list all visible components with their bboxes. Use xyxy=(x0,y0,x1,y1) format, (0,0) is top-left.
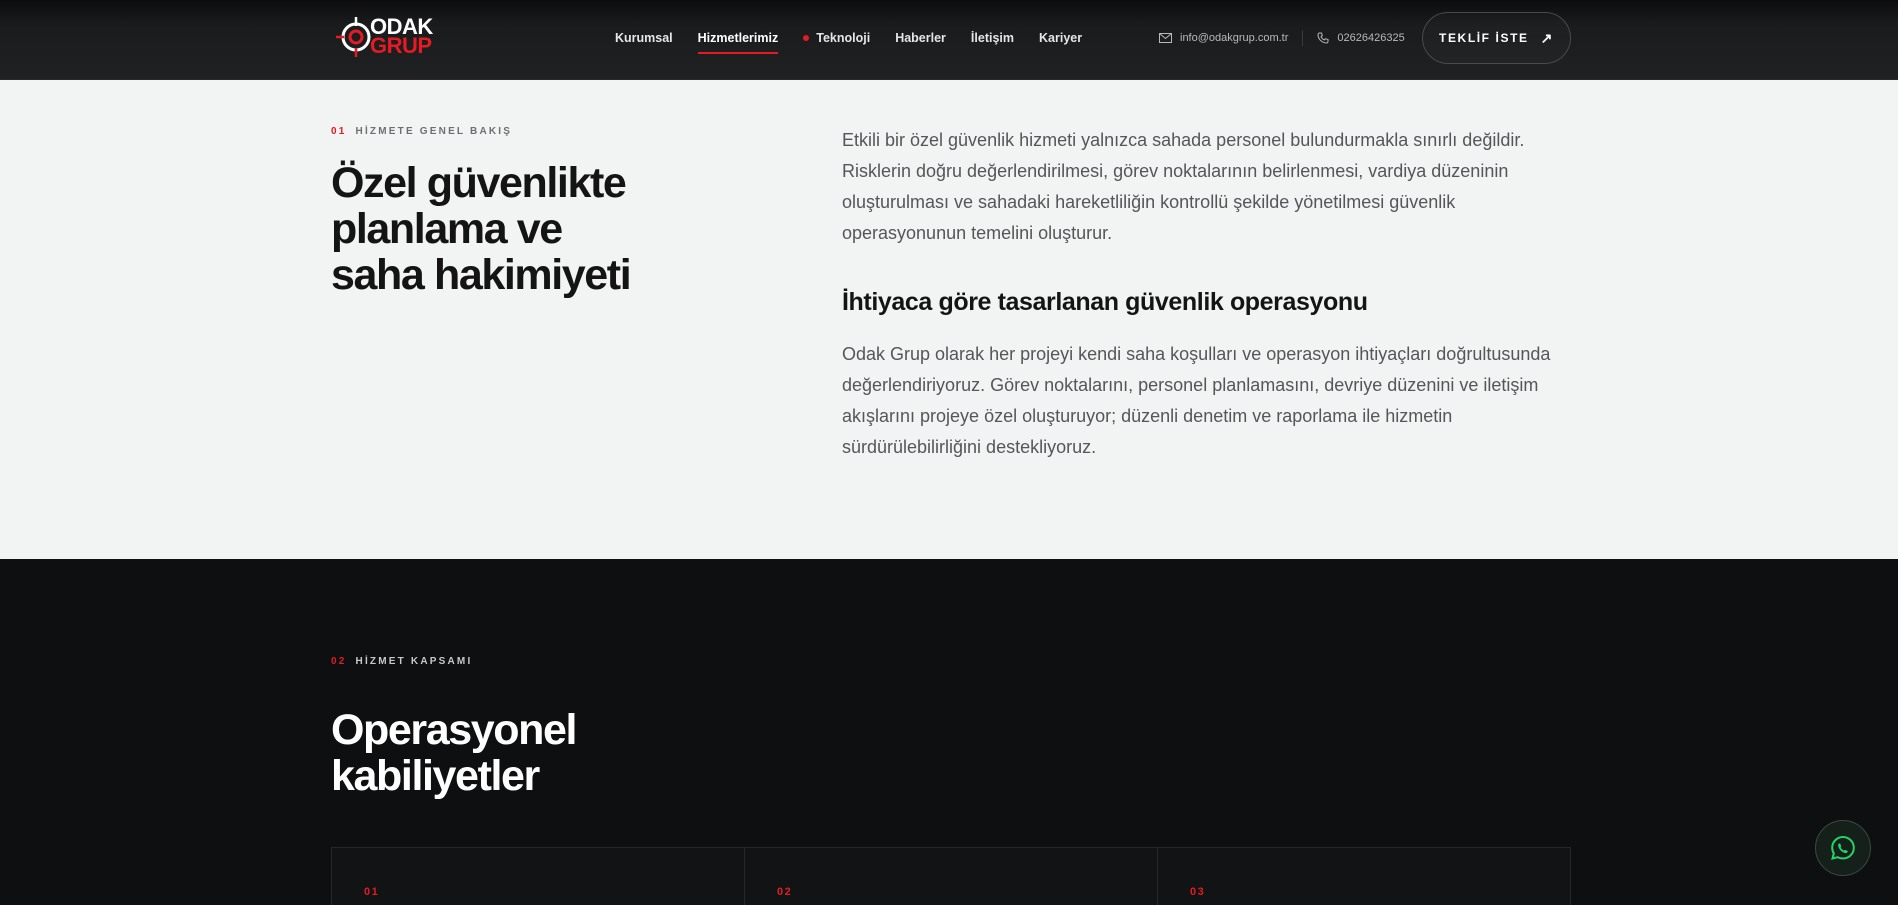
phone-link[interactable]: 02626426325 xyxy=(1317,32,1405,44)
phone-text: 02626426325 xyxy=(1337,32,1405,44)
nav-label: Kariyer xyxy=(1039,31,1083,45)
site-header: ODAK GRUP Kurumsal Hizmetlerimiz Teknolo… xyxy=(0,0,1898,80)
service-scope-section: 02 HİZMET KAPSAMI Operasyonel kabiliyetle… xyxy=(0,559,1898,905)
nav-label: Kurumsal xyxy=(615,31,673,45)
cta-label: TEKLİF İSTE xyxy=(1439,31,1529,45)
whatsapp-icon xyxy=(1831,835,1855,860)
mail-icon xyxy=(1159,33,1172,43)
overview-subheading: İhtiyaca göre tasarlanan güvenlik operas… xyxy=(842,288,1368,316)
capability-card[interactable]: 01 xyxy=(332,848,745,905)
eyebrow-label: HİZMETE GENEL BAKIŞ xyxy=(355,126,513,137)
section-title: Özel güvenlikte planlama ve saha hakimiy… xyxy=(331,160,731,298)
section-number: 01 xyxy=(331,126,347,137)
email-link[interactable]: info@odakgrup.com.tr xyxy=(1159,32,1288,44)
nav-label: İletişim xyxy=(970,31,1014,45)
title-line: Operasyonel xyxy=(331,706,578,754)
whatsapp-button[interactable] xyxy=(1815,820,1871,876)
title-line: planlama ve xyxy=(331,205,563,253)
overview-paragraph-1: Etkili bir özel güvenlik hizmeti yalnızc… xyxy=(842,130,1525,243)
title-line: Özel güvenlikte xyxy=(331,159,627,207)
logo-text: ODAK GRUP xyxy=(370,16,433,58)
live-dot-icon xyxy=(803,35,810,41)
nav-item-teknoloji[interactable]: Teknoloji xyxy=(803,28,870,48)
service-overview-section: 01 HİZMETE GENEL BAKIŞ Özel güvenlikte pl… xyxy=(0,80,1898,559)
nav-item-hizmetlerimiz[interactable]: Hizmetlerimiz xyxy=(697,28,779,54)
contact-divider xyxy=(1302,30,1304,46)
nav-label: Hizmetlerimiz xyxy=(697,31,779,45)
nav-item-kurumsal[interactable]: Kurumsal xyxy=(615,28,673,48)
nav-label: Teknoloji xyxy=(816,31,871,45)
email-text: info@odakgrup.com.tr xyxy=(1180,32,1289,44)
nav-item-iletisim[interactable]: İletişim xyxy=(971,28,1014,48)
section-title: Operasyonel kabiliyetler xyxy=(331,707,731,799)
capability-cards: 01 02 03 xyxy=(331,847,1571,905)
capability-card[interactable]: 02 xyxy=(745,848,1158,905)
logo-line-2: GRUP xyxy=(370,33,432,58)
card-number: 02 xyxy=(777,886,793,898)
arrow-up-right-icon: ↗ xyxy=(1540,29,1554,46)
title-line: kabiliyetler xyxy=(331,752,540,800)
logo[interactable]: ODAK GRUP xyxy=(336,13,440,59)
section-eyebrow: 02 HİZMET KAPSAMI xyxy=(331,656,472,667)
capability-card[interactable]: 03 xyxy=(1158,848,1570,905)
request-quote-button[interactable]: TEKLİF İSTE ↗ xyxy=(1422,12,1571,64)
eyebrow-label: HİZMET KAPSAMI xyxy=(355,656,473,667)
title-line: saha hakimiyeti xyxy=(331,251,632,299)
section-eyebrow: 01 HİZMETE GENEL BAKIŞ xyxy=(331,126,512,137)
header-contact: info@odakgrup.com.tr 02626426325 xyxy=(1159,30,1405,46)
overview-paragraph-2: Odak Grup olarak her projeyi kendi saha … xyxy=(842,344,1551,457)
main-nav: Kurumsal Hizmetlerimiz Teknoloji Haberle… xyxy=(615,0,1107,76)
nav-item-haberler[interactable]: Haberler xyxy=(895,28,946,48)
card-number: 03 xyxy=(1190,886,1206,898)
card-number: 01 xyxy=(364,886,380,898)
section-number: 02 xyxy=(331,656,347,667)
phone-icon xyxy=(1317,32,1329,44)
nav-label: Haberler xyxy=(895,31,946,45)
nav-item-kariyer[interactable]: Kariyer xyxy=(1039,28,1082,48)
